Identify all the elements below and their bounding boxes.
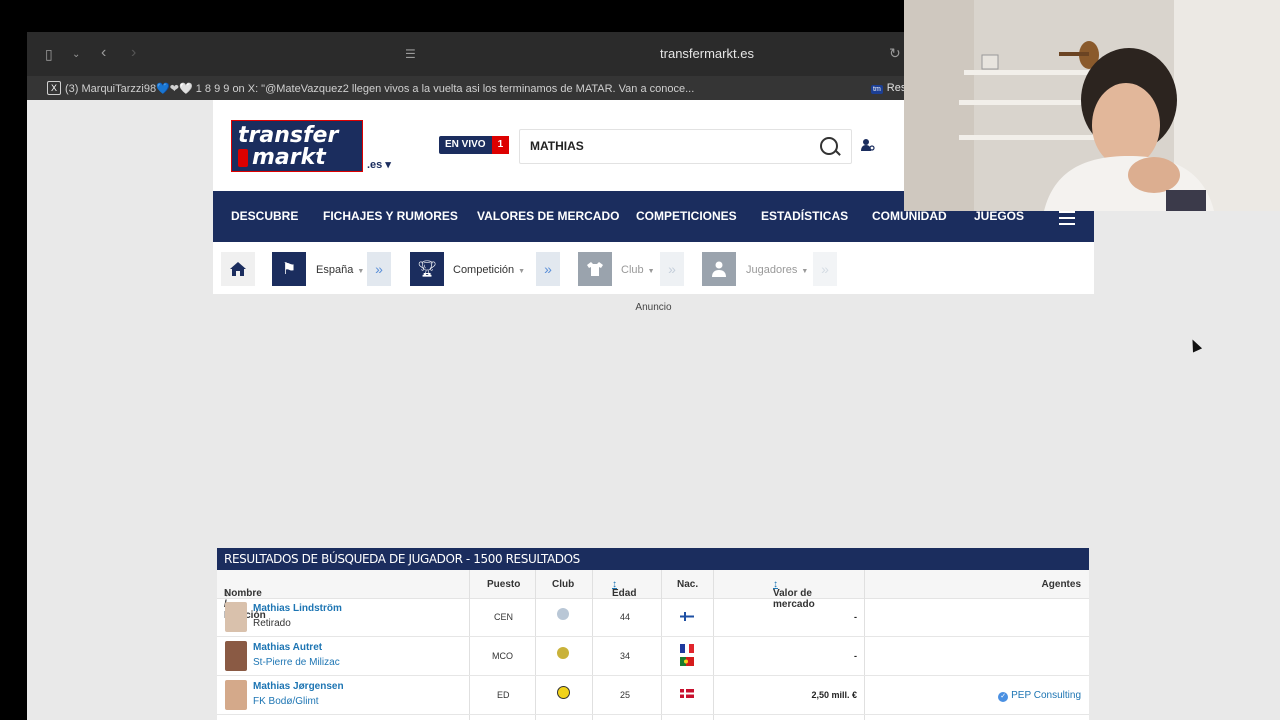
search-results-table: RESULTADOS DE BÚSQUEDA DE JUGADOR - 1500… bbox=[217, 548, 1089, 720]
player-position: ED bbox=[497, 690, 510, 700]
player-status: Retirado bbox=[253, 618, 291, 629]
nav-item-descubre[interactable]: DESCUBRE bbox=[231, 209, 298, 223]
player-club[interactable]: FK Bodø/Glimt bbox=[253, 696, 319, 707]
x-logo-icon: X bbox=[47, 81, 61, 95]
logo-line2: markt bbox=[252, 145, 326, 170]
page-menu-icon[interactable]: ☰ bbox=[405, 47, 416, 61]
denmark-flag-icon bbox=[680, 689, 694, 698]
logo-mark bbox=[238, 149, 248, 167]
player-name[interactable]: Mathias Lindström bbox=[253, 603, 342, 614]
breadcrumb-next-icon[interactable]: » bbox=[536, 252, 560, 286]
player-age: 25 bbox=[620, 690, 631, 700]
search-box bbox=[519, 129, 852, 164]
shirt-icon[interactable] bbox=[578, 252, 612, 286]
nav-item-comunidad[interactable]: COMUNIDAD bbox=[872, 209, 947, 223]
user-search-icon[interactable] bbox=[861, 138, 875, 152]
player-age: 34 bbox=[620, 651, 631, 661]
breadcrumb-country[interactable]: España ▼ bbox=[316, 264, 364, 276]
nav-item-fichajes[interactable]: FICHAJES Y RUMORES bbox=[323, 209, 458, 223]
market-value: - bbox=[854, 651, 857, 661]
breadcrumb-competition[interactable]: Competición ▼ bbox=[453, 264, 525, 276]
nav-item-competiciones[interactable]: COMPETICIONES bbox=[636, 209, 737, 223]
chevron-down-icon[interactable]: ⌄ bbox=[72, 48, 80, 62]
site-logo[interactable]: transfer markt bbox=[231, 120, 363, 172]
tab-title[interactable]: (3) MarquiTarzzi98💙❤🤍 1 8 9 9 on X: "@Ma… bbox=[65, 82, 694, 95]
player-name[interactable]: Mathias Jørgensen bbox=[253, 681, 344, 692]
breadcrumb-next-icon[interactable]: » bbox=[813, 252, 837, 286]
column-position: Puesto bbox=[487, 579, 521, 590]
player-icon[interactable] bbox=[702, 252, 736, 286]
results-title: RESULTADOS DE BÚSQUEDA DE JUGADOR - 1500… bbox=[217, 548, 1089, 570]
live-label: EN VIVO bbox=[445, 139, 486, 150]
club-crest-icon[interactable] bbox=[557, 608, 569, 620]
reload-icon[interactable]: ↻ bbox=[889, 46, 901, 60]
flag-icon[interactable]: ⚑ bbox=[272, 252, 306, 286]
player-position: MCO bbox=[492, 651, 513, 661]
table-row: Mathias Jørgensen FK Bodø/Glimt ED 25 2,… bbox=[217, 676, 1089, 715]
column-nationality: Nac. bbox=[677, 579, 699, 590]
club-crest-icon[interactable] bbox=[557, 647, 569, 659]
column-club: Club bbox=[552, 579, 575, 590]
domain-selector[interactable]: .es ▾ bbox=[367, 158, 391, 171]
nav-item-juegos[interactable]: JUEGOS bbox=[974, 209, 1024, 223]
back-icon[interactable]: ‹ bbox=[101, 45, 106, 61]
table-header: Nombre / Posición ↕ Puesto Club Edad ↕ N… bbox=[217, 570, 1089, 621]
avatar[interactable] bbox=[225, 602, 247, 632]
trophy-icon[interactable]: 🏆︎ bbox=[410, 252, 444, 286]
market-value: - bbox=[854, 612, 857, 622]
avatar[interactable] bbox=[225, 641, 247, 671]
home-icon[interactable] bbox=[221, 252, 255, 286]
portugal-flag-icon bbox=[680, 657, 694, 666]
live-count-badge: 1 bbox=[491, 136, 510, 154]
breadcrumb-club[interactable]: Club ▼ bbox=[621, 264, 655, 276]
verified-icon: ✓ bbox=[998, 692, 1009, 702]
column-age[interactable]: Edad ↕ bbox=[612, 579, 636, 599]
sidebar-toggle-icon[interactable]: ▯ bbox=[45, 47, 53, 61]
ad-label: Anuncio bbox=[635, 302, 672, 313]
search-input[interactable] bbox=[528, 138, 812, 154]
player-age: 44 bbox=[620, 612, 631, 622]
table-row: Mathias Lindström Retirado CEN 44 - bbox=[217, 598, 1089, 637]
tm-favicon-icon: tm bbox=[871, 85, 883, 94]
breadcrumb-players[interactable]: Jugadores ▼ bbox=[746, 264, 808, 276]
agent-link[interactable]: ✓ PEP Consulting bbox=[998, 690, 1081, 702]
search-icon[interactable] bbox=[820, 137, 838, 155]
forward-icon[interactable]: › bbox=[131, 45, 136, 61]
breadcrumb: ⚑ España ▼ » 🏆︎ Competición ▼ » Club ▼ » Ju… bbox=[213, 242, 1094, 294]
table-row: Mathias Autret St-Pierre de Milizac MCO … bbox=[217, 637, 1089, 676]
market-value: 2,50 mill. € bbox=[811, 690, 857, 700]
nav-item-estadisticas[interactable]: ESTADÍSTICAS bbox=[761, 209, 848, 223]
france-flag-icon bbox=[680, 644, 694, 653]
player-position: CEN bbox=[494, 612, 514, 622]
avatar[interactable] bbox=[225, 680, 247, 710]
player-club[interactable]: St-Pierre de Milizac bbox=[253, 657, 340, 668]
webcam-overlay bbox=[904, 0, 1280, 211]
column-market-value[interactable]: Valor de mercado ↕ bbox=[773, 579, 815, 610]
player-name[interactable]: Mathias Autret bbox=[253, 642, 322, 653]
address-bar[interactable]: transfermarkt.es bbox=[587, 46, 827, 61]
live-button[interactable]: EN VIVO 1 bbox=[439, 136, 510, 154]
hamburger-menu-icon[interactable] bbox=[1059, 211, 1075, 225]
column-agents: Agentes bbox=[1041, 579, 1081, 590]
finland-flag-icon bbox=[680, 612, 694, 621]
breadcrumb-next-icon[interactable]: » bbox=[367, 252, 391, 286]
tab-right[interactable]: tm Res bbox=[871, 82, 906, 94]
breadcrumb-next-icon[interactable]: » bbox=[660, 252, 684, 286]
club-crest-icon[interactable] bbox=[557, 686, 570, 699]
nav-item-valores[interactable]: VALORES DE MERCADO bbox=[477, 209, 619, 223]
